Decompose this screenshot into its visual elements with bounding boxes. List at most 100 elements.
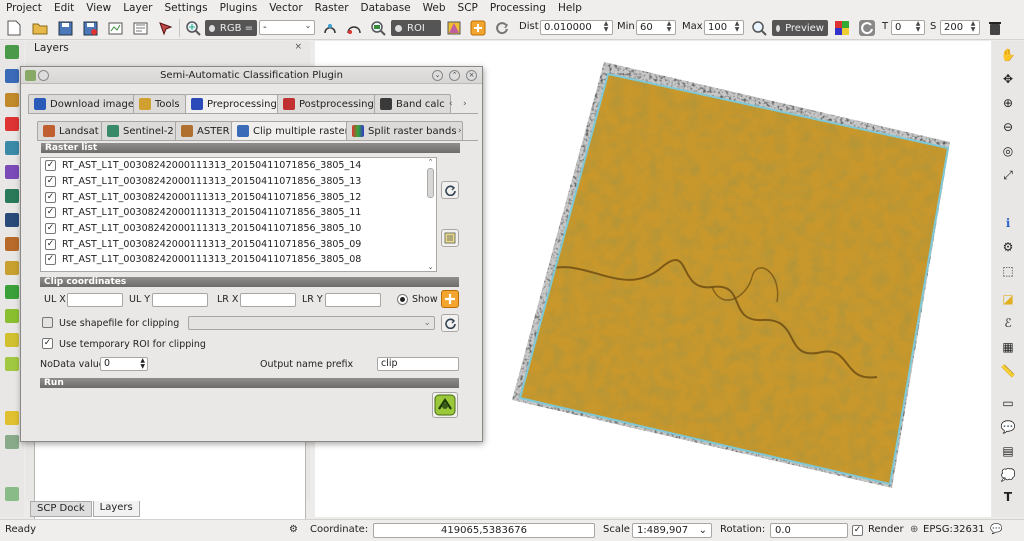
menu-vector[interactable]: Vector [263, 2, 308, 14]
menu-edit[interactable]: Edit [48, 2, 80, 14]
add-wms-icon[interactable] [5, 189, 19, 203]
redo-preview-icon[interactable] [857, 18, 877, 38]
roi-toggle[interactable]: ROI [391, 20, 441, 36]
save-as-icon[interactable] [80, 18, 100, 38]
tab-split-raster-bands[interactable]: Split raster bands [346, 121, 463, 140]
crs-icon[interactable]: ⊕ [910, 524, 918, 535]
rgb-select[interactable]: - ⌄ [259, 20, 315, 35]
add-oracle-icon[interactable] [5, 165, 19, 179]
tab-download-images[interactable]: Download images [28, 94, 146, 113]
add-raster-icon[interactable] [5, 69, 19, 83]
measure-line-icon[interactable]: ▭ [1000, 395, 1016, 411]
add-postgis-icon[interactable] [5, 93, 19, 107]
coordinate-toggle-icon[interactable]: ⚙ [289, 524, 298, 535]
action-icon[interactable]: ⚙ [1000, 239, 1016, 255]
show-roi-icon[interactable] [444, 18, 464, 38]
add-roi-button[interactable] [441, 290, 459, 308]
close-icon[interactable]: × [466, 70, 477, 81]
tab-clip-multiple-rasters[interactable]: Clip multiple rasters [231, 121, 360, 140]
save-project-icon[interactable] [55, 18, 75, 38]
map-tips-icon[interactable]: 💬 [1000, 419, 1016, 435]
text-annotation-icon[interactable]: T [1000, 489, 1016, 505]
new-temporary-layer-icon[interactable] [5, 357, 19, 371]
refresh-list-button[interactable] [441, 181, 459, 199]
menu-raster[interactable]: Raster [309, 2, 355, 14]
menu-layer[interactable]: Layer [117, 2, 158, 14]
dist-input[interactable]: 0.010000 ▲ ▼ [540, 20, 613, 35]
tab-landsat[interactable]: Landsat [37, 121, 105, 140]
roi-pointer-icon[interactable] [320, 18, 340, 38]
raster-checkbox[interactable]: ✓ [45, 238, 56, 250]
raster-checkbox[interactable]: ✓ [45, 160, 56, 172]
max-input[interactable]: 100 ▲ ▼ [704, 20, 744, 35]
zoom-roi-icon[interactable] [368, 18, 388, 38]
raster-checkbox[interactable]: ✓ [45, 207, 56, 219]
select-all-button[interactable] [441, 229, 459, 247]
list-item[interactable]: ✓ RT_AST_L1T_00308242000111313_2015041107… [41, 221, 436, 237]
nodata-input[interactable]: 0 ▲ ▼ [100, 357, 148, 371]
preview-toggle[interactable]: Preview [772, 20, 828, 36]
zoom-preview-icon[interactable] [749, 18, 769, 38]
messages-icon[interactable]: 💬 [990, 524, 1002, 535]
list-item[interactable]: ✓ RT_AST_L1T_00308242000111313_2015041107… [41, 252, 436, 268]
field-calculator-icon[interactable]: ℰ [1000, 315, 1016, 331]
tab-sentinel-2[interactable]: Sentinel-2 [101, 121, 180, 140]
tab-aster[interactable]: ASTER [175, 121, 236, 140]
lrx-input[interactable] [240, 293, 296, 307]
select-features-icon[interactable]: ⬚ [1000, 263, 1016, 279]
zoom-full-icon[interactable]: ⤢ [1000, 167, 1016, 183]
menu-plugins[interactable]: Plugins [214, 2, 264, 14]
menu-project[interactable]: Project [0, 2, 48, 14]
classification-preview-icon[interactable] [832, 18, 852, 38]
annotation-icon[interactable]: 💭 [1000, 467, 1016, 483]
raster-list-scrollbar[interactable]: ⌃ ⌄ [425, 158, 436, 271]
remove-temp-files-icon[interactable] [985, 18, 1005, 38]
menu-help[interactable]: Help [552, 2, 588, 14]
crs-status[interactable]: EPSG:32631 [923, 524, 985, 535]
add-roi-icon[interactable] [468, 18, 488, 38]
pan-to-selection-icon[interactable]: ✥ [1000, 71, 1016, 87]
ulx-input[interactable] [67, 293, 123, 307]
menu-view[interactable]: View [80, 2, 117, 14]
add-wfs-icon[interactable] [5, 237, 19, 251]
menu-settings[interactable]: Settings [158, 2, 213, 14]
deselect-icon[interactable]: ◪ [1000, 291, 1016, 307]
add-delimited-text-icon[interactable] [5, 261, 19, 275]
use-shapefile-checkbox[interactable] [42, 317, 53, 328]
raster-checkbox[interactable]: ✓ [45, 176, 56, 188]
new-spatialite-layer-icon[interactable] [5, 309, 19, 323]
list-item[interactable]: ✓ RT_AST_L1T_00308242000111313_2015041107… [41, 189, 436, 205]
rotation-input[interactable]: 0.0 [770, 523, 848, 538]
composer-manager-icon[interactable] [130, 18, 150, 38]
new-shapefile-icon[interactable] [5, 285, 19, 299]
tab-layers[interactable]: Layers [92, 501, 140, 517]
size-input[interactable]: 200 ▲ ▼ [940, 20, 980, 35]
raster-list[interactable]: ✓ RT_AST_L1T_00308242000111313_2015041107… [40, 157, 437, 272]
use-roi-checkbox[interactable]: ✓ [42, 338, 53, 349]
add-vector-icon[interactable] [5, 45, 19, 59]
pan-icon[interactable]: ✋ [1000, 47, 1016, 63]
menu-processing[interactable]: Processing [484, 2, 552, 14]
subtabs-scroll-left-icon[interactable]: ‹ [441, 126, 445, 136]
roi-draw-icon[interactable] [344, 18, 364, 38]
min-input[interactable]: 60 ▲ ▼ [636, 20, 676, 35]
new-project-icon[interactable] [4, 18, 24, 38]
tab-postprocessing[interactable]: Postprocessing [277, 94, 380, 113]
raster-checkbox[interactable]: ✓ [45, 254, 56, 266]
add-mssql-icon[interactable] [5, 141, 19, 155]
coordinate-field[interactable]: 419065,5383676 [373, 523, 595, 538]
zoom-in-icon[interactable]: ⊕ [1000, 95, 1016, 111]
scp-logo-icon[interactable] [5, 487, 19, 501]
zoom-to-point-icon[interactable] [183, 18, 203, 38]
tab-scp-dock[interactable]: SCP Dock [30, 501, 92, 517]
identify-icon[interactable]: ℹ [1000, 215, 1016, 231]
list-item[interactable]: ✓ RT_AST_L1T_00308242000111313_2015041107… [41, 158, 436, 174]
transparency-input[interactable]: 0 ▲ ▼ [891, 20, 925, 35]
scale-select[interactable]: 1:489,907 ⌄ [632, 523, 712, 538]
redo-roi-icon[interactable] [492, 18, 512, 38]
raster-checkbox[interactable]: ✓ [45, 191, 56, 203]
render-checkbox[interactable]: ✓ [852, 525, 863, 536]
list-item[interactable]: ✓ RT_AST_L1T_00308242000111313_2015041107… [41, 205, 436, 221]
new-gpx-layer-icon[interactable] [5, 333, 19, 347]
uly-input[interactable] [152, 293, 208, 307]
